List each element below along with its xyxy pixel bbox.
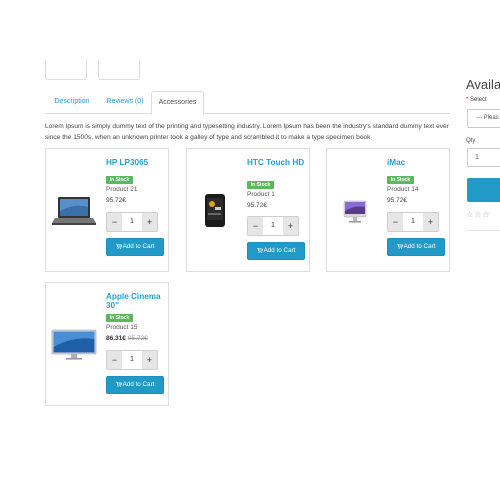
product-card: iMac In Stock Product 14 95.72€ − 1 + Ad…	[326, 148, 450, 272]
qty-input[interactable]: 1	[122, 351, 142, 369]
tab-description[interactable]: Description	[45, 91, 99, 114]
availability-heading: Availab	[466, 77, 500, 92]
product-price: 95.72€	[387, 197, 407, 204]
description-text: Lorem Ipsum is simply dummy text of the …	[45, 123, 449, 141]
qty-field[interactable]: 1	[467, 148, 500, 167]
add-to-cart-label: Add to Cart	[403, 243, 436, 250]
quantity-stepper: − 1 +	[106, 212, 158, 232]
option-select[interactable]: --- Pleas	[467, 109, 500, 128]
qty-minus-button[interactable]: −	[107, 213, 122, 231]
add-to-cart-button[interactable]: Add to Cart	[247, 242, 305, 260]
qty-plus-button[interactable]: +	[142, 351, 157, 369]
thumbnail-stub[interactable]	[98, 60, 140, 80]
thumbnail-stub[interactable]	[45, 60, 87, 80]
qty-plus-button[interactable]: +	[142, 213, 157, 231]
qty-minus-button[interactable]: −	[248, 217, 263, 235]
select-label-text: Select	[470, 97, 487, 103]
product-name[interactable]: HP LP3065	[106, 158, 168, 167]
add-to-cart-label: Add to Cart	[263, 247, 296, 254]
quantity-stepper: − 1 +	[106, 350, 158, 370]
qty-minus-button[interactable]: −	[107, 351, 122, 369]
qty-input[interactable]: 1	[403, 213, 423, 231]
product-name[interactable]: iMac	[387, 158, 449, 167]
add-to-cart-label: Add to Cart	[122, 243, 155, 250]
product-code: Product 15	[106, 324, 138, 331]
rating-stars[interactable]: ☆☆☆	[466, 210, 491, 219]
qty-input[interactable]: 1	[122, 213, 142, 231]
stock-badge: In Stock	[106, 176, 133, 184]
required-marker: *	[466, 97, 469, 103]
laptop-icon[interactable]	[51, 193, 97, 227]
imac-icon[interactable]	[332, 193, 378, 227]
divider	[466, 230, 500, 231]
stock-badge: In Stock	[247, 181, 274, 189]
add-to-cart-button[interactable]: Add to Cart	[387, 238, 445, 256]
special-price: 86.31€	[106, 335, 126, 342]
product-name[interactable]: Apple Cinema 30"	[106, 292, 168, 310]
quantity-stepper: − 1 +	[247, 216, 299, 236]
product-card: HTC Touch HD In Stock Product 1 95.72€ −…	[186, 148, 310, 272]
product-price: 95.72€	[247, 202, 267, 209]
product-card: Apple Cinema 30" In Stock Product 15 86.…	[45, 282, 169, 406]
product-code: Product 21	[106, 186, 138, 193]
stock-badge: In Stock	[106, 314, 133, 322]
add-to-cart-main-button[interactable]	[467, 178, 500, 202]
add-to-cart-label: Add to Cart	[122, 381, 155, 388]
cart-icon	[256, 248, 263, 253]
select-label: * Select	[466, 97, 487, 103]
qty-input[interactable]: 1	[263, 217, 283, 235]
stock-badge: In Stock	[387, 176, 414, 184]
qty-plus-button[interactable]: +	[283, 217, 298, 235]
phone-icon[interactable]	[192, 193, 238, 227]
product-price: 86.31€ 95.72€	[106, 335, 148, 342]
add-to-cart-button[interactable]: Add to Cart	[106, 238, 164, 256]
product-card: HP LP3065 In Stock Product 21 95.72€ − 1…	[45, 148, 169, 272]
cart-icon	[115, 244, 122, 249]
product-code: Product 1	[247, 191, 275, 198]
old-price: 95.72€	[127, 335, 148, 342]
product-name[interactable]: HTC Touch HD	[247, 158, 309, 167]
monitor-icon[interactable]	[51, 327, 97, 361]
quantity-stepper: − 1 +	[387, 212, 439, 232]
qty-plus-button[interactable]: +	[423, 213, 438, 231]
tab-accessories[interactable]: Accessories	[151, 91, 204, 115]
product-tabs: Description Reviews (0) Accessories	[45, 91, 450, 115]
cart-icon	[115, 382, 122, 387]
product-price: 95.72€	[106, 197, 126, 204]
add-to-cart-button[interactable]: Add to Cart	[106, 376, 164, 394]
tab-reviews[interactable]: Reviews (0)	[99, 91, 151, 114]
product-code: Product 14	[387, 186, 419, 193]
cart-icon	[396, 244, 403, 249]
qty-minus-button[interactable]: −	[388, 213, 403, 231]
qty-label: Qty	[466, 138, 476, 144]
